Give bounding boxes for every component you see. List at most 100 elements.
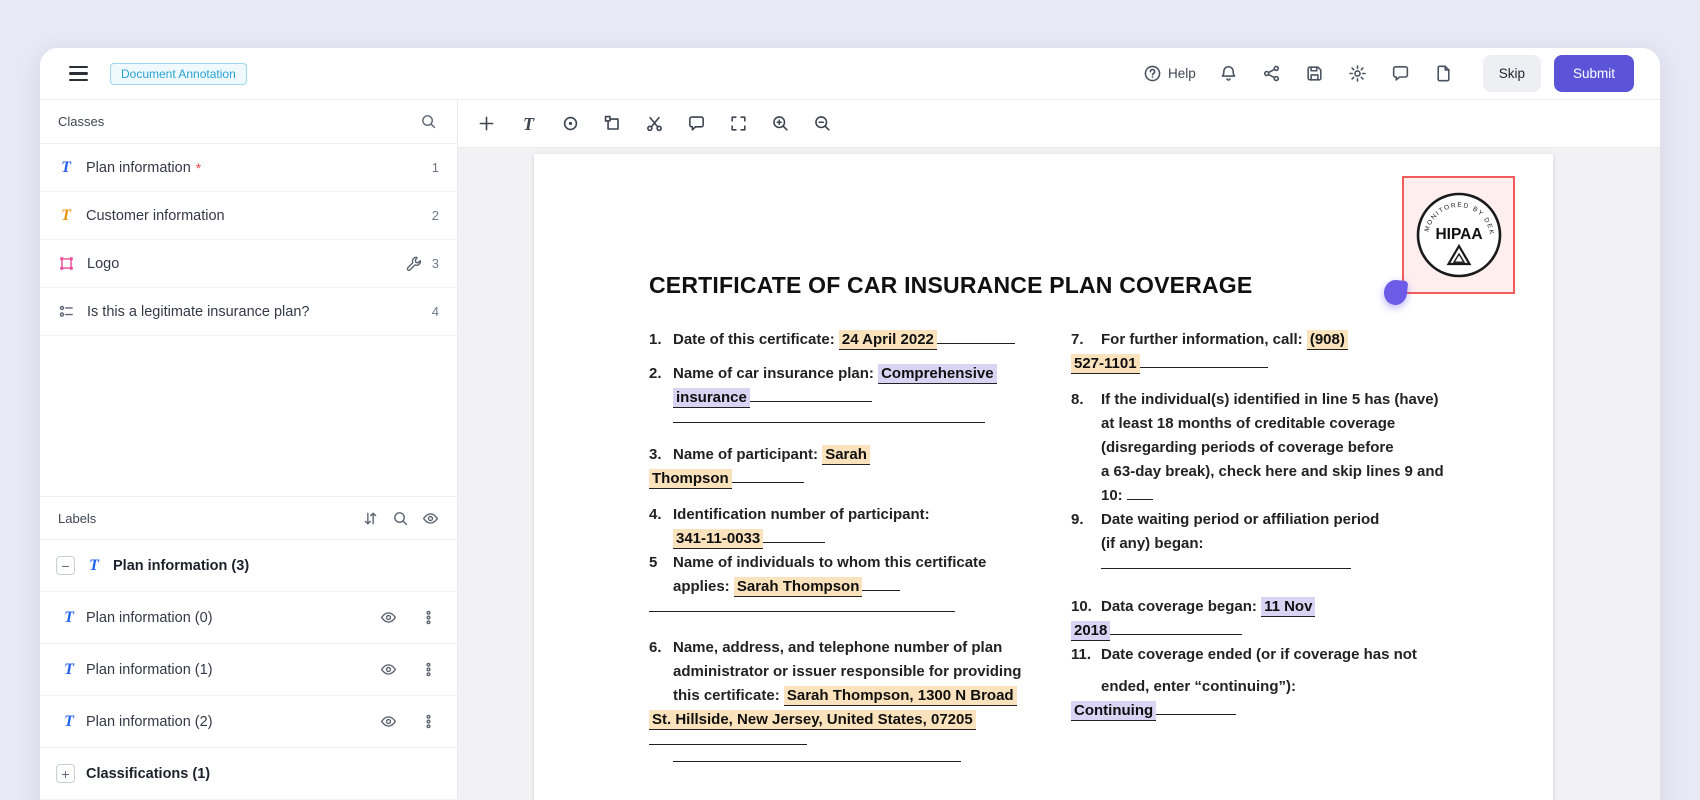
labels-sort-button[interactable] [355, 503, 385, 533]
classes-search-button[interactable] [413, 107, 443, 137]
zoom-out-button[interactable] [806, 107, 839, 140]
logo-annotation-box[interactable]: MONITORED BY DEKRA HIPAA [1402, 176, 1515, 294]
label-visibility-toggle[interactable] [373, 655, 403, 685]
field-number: 3. [649, 446, 662, 463]
fit-screen-icon [731, 116, 746, 131]
class-row-customer-information[interactable]: T Customer information 2 [40, 192, 457, 240]
form-field-2: 2. Name of car insurance plan: Comprehen… [649, 362, 999, 423]
text-entity-icon: T [89, 556, 99, 574]
main-area: T CERTIFICATE OF CAR INSURANCE PLAN COVE… [458, 100, 1660, 800]
label-visibility-toggle[interactable] [373, 603, 403, 633]
class-row-plan-information[interactable]: T Plan information * 1 [40, 144, 457, 192]
box-tool-icon [604, 115, 619, 130]
notifications-button[interactable] [1211, 56, 1247, 92]
labels-header: Labels [40, 496, 457, 540]
help-button[interactable]: Help [1135, 58, 1204, 89]
document-canvas[interactable]: CERTIFICATE OF CAR INSURANCE PLAN COVERA… [458, 148, 1660, 800]
annotation-customer-information[interactable]: Sarah [822, 445, 870, 465]
field-label: ended, enter “continuing”): [1101, 678, 1296, 695]
bell-icon [1221, 65, 1236, 81]
class-label: Customer information [86, 207, 225, 224]
point-tool-button[interactable] [554, 107, 587, 140]
field-number: 6. [649, 639, 662, 656]
text-tool-button[interactable]: T [512, 107, 545, 140]
annotation-plan-information[interactable]: 11 Nov [1261, 597, 1316, 617]
box-tool-button[interactable] [596, 107, 629, 140]
form-field-6: 6. Name, address, and telephone number o… [649, 636, 1021, 762]
submit-button[interactable]: Submit [1554, 55, 1634, 92]
collapse-checkbox[interactable]: − [56, 556, 75, 575]
settings-button[interactable] [1340, 56, 1376, 92]
expand-checkbox[interactable]: + [56, 764, 75, 783]
share-button[interactable] [1254, 56, 1290, 92]
label-group-plan-information[interactable]: − T Plan information (3) [40, 540, 457, 592]
form-field-1: 1. Date of this certificate: 24 April 20… [649, 328, 1015, 352]
annotation-customer-information[interactable]: (908) [1306, 330, 1348, 350]
skip-button[interactable]: Skip [1482, 55, 1541, 92]
canvas-toolbar: T [458, 100, 1660, 148]
gear-icon [1349, 65, 1367, 82]
field-label: Name of car insurance plan: [673, 365, 879, 382]
annotation-customer-information[interactable]: 341-11-0033 [673, 529, 764, 549]
class-hotkey: 2 [431, 208, 439, 223]
fit-screen-button[interactable] [722, 107, 755, 140]
labels-visibility-button[interactable] [415, 503, 445, 533]
form-field-9: 9. Date waiting period or affiliation pe… [1071, 508, 1451, 569]
annotation-customer-information[interactable]: St. Hillside, New Jersey, United States,… [649, 710, 976, 730]
classification-icon [59, 305, 73, 317]
document-title: CERTIFICATE OF CAR INSURANCE PLAN COVERA… [649, 272, 1253, 298]
documentation-button[interactable] [1426, 56, 1462, 92]
form-rule [649, 744, 807, 745]
bounding-box-icon [60, 257, 73, 270]
save-button[interactable] [1297, 56, 1333, 92]
label-menu-button[interactable] [413, 603, 443, 633]
label-menu-button[interactable] [413, 655, 443, 685]
label-row-plan-information-2[interactable]: T Plan information (2) [40, 696, 457, 748]
move-tool-button[interactable] [470, 107, 503, 140]
annotation-plan-information[interactable]: insurance [673, 388, 750, 408]
classifications-title: Classifications (1) [86, 765, 211, 782]
label-title: Plan information (0) [86, 609, 213, 626]
field-label: at least 18 months of creditable coverag… [1101, 415, 1396, 432]
text-tool-icon: T [523, 113, 534, 134]
kebab-menu-icon [425, 714, 431, 729]
annotation-plan-information[interactable]: Comprehensive [878, 364, 997, 384]
annotation-plan-information[interactable]: 2018 [1071, 621, 1111, 641]
field-number: 5 [649, 554, 658, 571]
comment-tool-button[interactable] [680, 107, 713, 140]
label-row-plan-information-1[interactable]: T Plan information (1) [40, 644, 457, 696]
form-rule [1101, 568, 1351, 569]
move-tool-icon [479, 116, 494, 131]
zoom-in-button[interactable] [764, 107, 797, 140]
form-blank-line [862, 576, 901, 591]
form-field-5: 5 Name of individuals to whom this certi… [649, 551, 999, 612]
label-row-plan-information-0[interactable]: T Plan information (0) [40, 592, 457, 644]
labels-search-button[interactable] [385, 503, 415, 533]
form-blank-line [936, 329, 1015, 344]
field-label: (disregarding periods of coverage before [1101, 439, 1394, 456]
field-label: this certificate: [673, 687, 784, 704]
form-blank-line [1110, 620, 1243, 635]
field-label: Data coverage began: [1101, 598, 1262, 615]
annotation-customer-information[interactable]: Sarah Thompson [733, 577, 863, 597]
feedback-button[interactable] [1383, 56, 1419, 92]
field-number: 1. [649, 331, 662, 348]
classifications-group[interactable]: + Classifications (1) [40, 748, 457, 800]
label-visibility-toggle[interactable] [373, 707, 403, 737]
class-label: Is this a legitimate insurance plan? [87, 303, 310, 320]
classes-title: Classes [58, 114, 105, 129]
slice-tool-button[interactable] [638, 107, 671, 140]
hamburger-menu-button[interactable] [60, 56, 96, 92]
label-menu-button[interactable] [413, 707, 443, 737]
annotation-customer-information[interactable]: 24 April 2022 [838, 330, 937, 350]
class-row-logo[interactable]: Logo 3 [40, 240, 457, 288]
annotation-customer-information[interactable]: Thompson [649, 469, 732, 489]
document-page: CERTIFICATE OF CAR INSURANCE PLAN COVERA… [534, 154, 1553, 800]
annotation-customer-information[interactable]: Sarah Thompson, 1300 N Broad [783, 686, 1017, 706]
class-row-legitimate-plan-question[interactable]: Is this a legitimate insurance plan? 4 [40, 288, 457, 336]
scissors-tool-icon [647, 116, 662, 132]
annotation-plan-information[interactable]: Continuing [1071, 701, 1157, 721]
annotation-customer-information[interactable]: 527-1101 [1071, 354, 1140, 374]
labels-title: Labels [58, 510, 97, 526]
